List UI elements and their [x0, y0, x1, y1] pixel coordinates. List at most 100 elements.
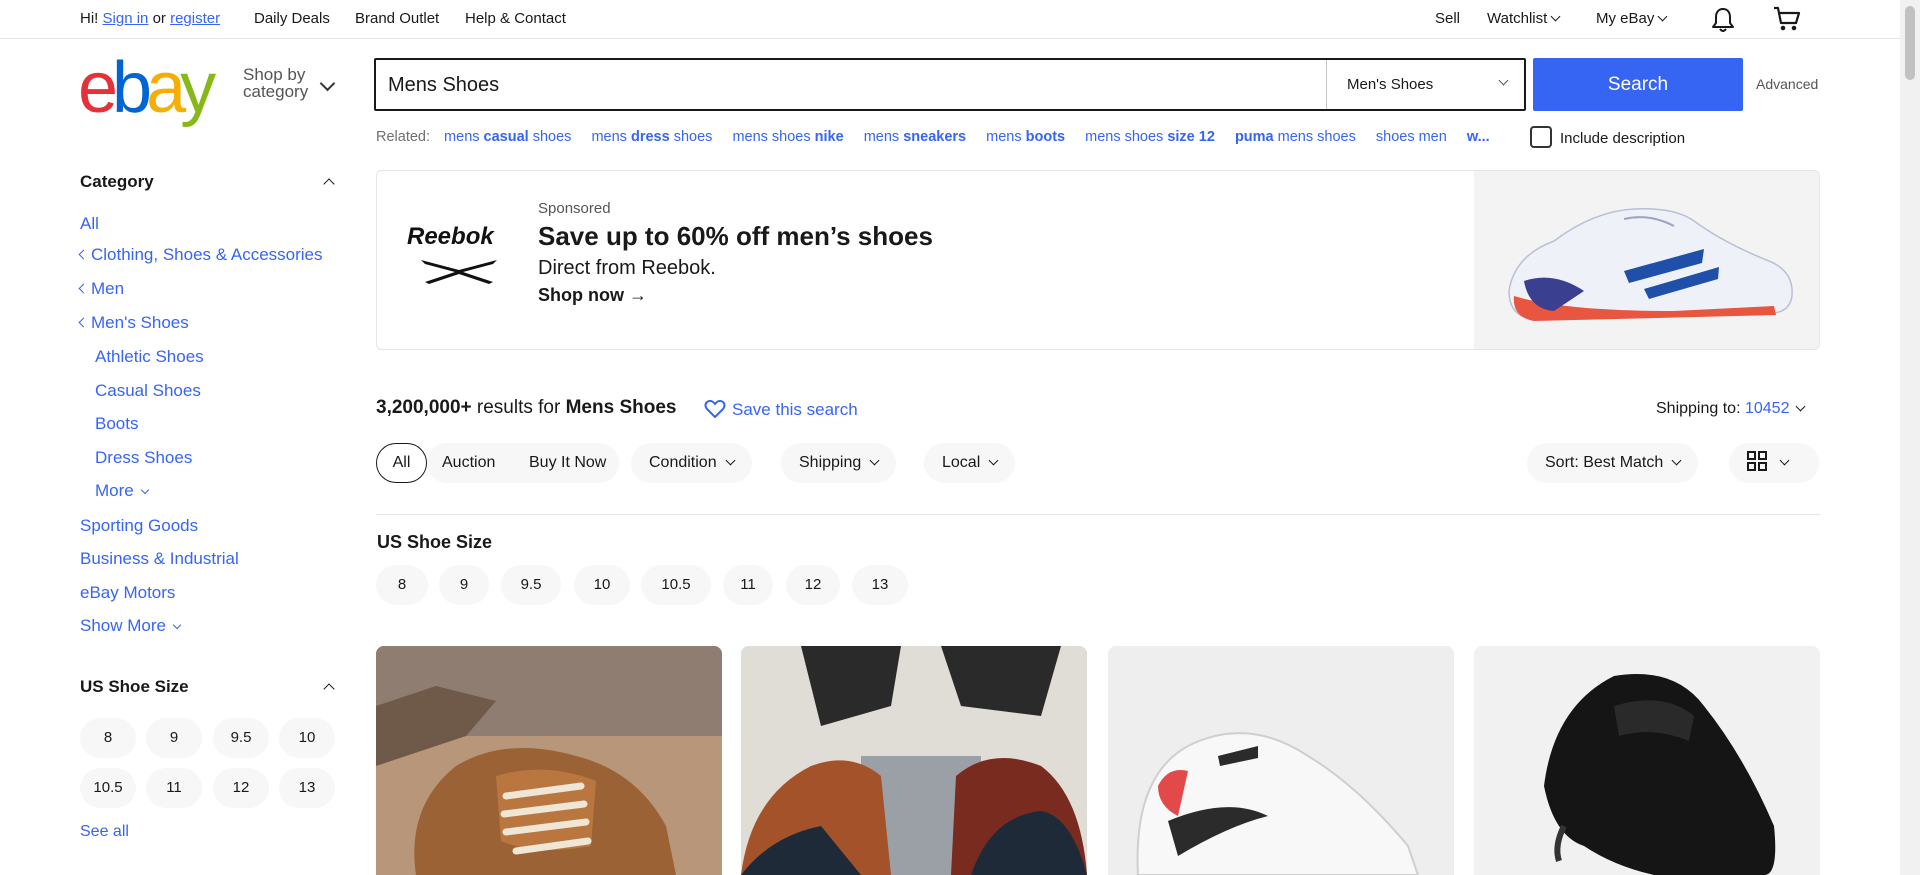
register-link[interactable]: register: [170, 10, 220, 27]
more-subcategories-button[interactable]: More: [95, 481, 149, 501]
chevron-left-icon: [78, 249, 89, 260]
vertical-scrollbar[interactable]: [1900, 0, 1920, 875]
daily-deals-link[interactable]: Daily Deals: [254, 10, 330, 27]
subcategory-dress-shoes[interactable]: Dress Shoes: [95, 448, 192, 468]
save-search-button[interactable]: Save this search: [704, 399, 858, 420]
search-input[interactable]: [388, 71, 1288, 99]
size-filter-9-5[interactable]: 9.5: [501, 565, 561, 605]
size-chip-13[interactable]: 13: [279, 768, 335, 808]
brand-outlet-link[interactable]: Brand Outlet: [355, 10, 439, 27]
grid-view-icon: [1747, 451, 1767, 471]
product-image-loafer[interactable]: [1474, 646, 1820, 875]
product-image-athletic-shoe[interactable]: [1108, 646, 1454, 875]
size-filter-9[interactable]: 9: [439, 565, 489, 605]
sell-link[interactable]: Sell: [1435, 10, 1460, 27]
category-sporting-goods[interactable]: Sporting Goods: [80, 516, 198, 536]
size-chip-10[interactable]: 10: [279, 718, 335, 758]
category-select[interactable]: Men's Shoes: [1326, 60, 1526, 109]
chevron-up-icon[interactable]: [323, 683, 335, 695]
sponsored-banner[interactable]: Reebok Sponsored Save up to 60% off men’…: [376, 170, 1820, 350]
checkbox[interactable]: [1530, 126, 1552, 148]
chevron-down-icon: [1779, 455, 1790, 466]
include-description-checkbox[interactable]: Include description: [1530, 126, 1686, 150]
size-filter-10[interactable]: 10: [574, 565, 630, 605]
cart-icon[interactable]: [1772, 5, 1802, 33]
chevron-down-icon: [1671, 455, 1682, 466]
product-image-brogue-shoe[interactable]: [741, 646, 1087, 875]
or-text: or: [152, 10, 166, 27]
size-chip-9[interactable]: 9: [146, 718, 202, 758]
related-link[interactable]: mens dress shoes: [591, 129, 712, 145]
view-toggle[interactable]: [1729, 443, 1819, 483]
logo-letter-b: b: [112, 48, 152, 128]
bell-icon[interactable]: [1710, 6, 1736, 34]
include-description-label: Include description: [1560, 129, 1686, 147]
size-filter-11[interactable]: 11: [723, 565, 773, 605]
shipping-filter[interactable]: Shipping: [781, 443, 897, 483]
subcategory-boots[interactable]: Boots: [95, 414, 138, 434]
athletic-shoe-image: [1108, 646, 1454, 875]
size-chip-12[interactable]: 12: [213, 768, 269, 808]
related-link[interactable]: mens shoes nike: [732, 129, 843, 145]
scrollbar-thumb[interactable]: [1905, 6, 1915, 80]
related-link[interactable]: w...: [1467, 129, 1490, 145]
sign-in-link[interactable]: Sign in: [103, 10, 149, 27]
size-chip-9-5[interactable]: 9.5: [213, 718, 269, 758]
category-all-link[interactable]: All: [80, 214, 99, 234]
size-chip-11[interactable]: 11: [146, 768, 202, 808]
size-chip-10-5[interactable]: 10.5: [80, 768, 136, 808]
size-filter-8[interactable]: 8: [376, 565, 428, 605]
product-image-casual-shoe[interactable]: [376, 646, 722, 875]
size-filter-12[interactable]: 12: [786, 565, 840, 605]
shipping-to[interactable]: Shipping to: 10452: [1656, 400, 1806, 418]
related-searches: Related: mens casual shoes mens dress sh…: [376, 129, 1506, 145]
category-crumb-clothing[interactable]: Clothing, Shoes & Accessories: [78, 245, 323, 265]
logo-letter-a: a: [146, 48, 186, 128]
chevron-down-icon: [988, 455, 999, 466]
sort-dropdown[interactable]: Sort: Best Match: [1527, 443, 1699, 483]
heart-icon: [704, 399, 726, 418]
related-link[interactable]: mens casual shoes: [444, 129, 571, 145]
chevron-down-icon: [319, 75, 336, 92]
category-business-industrial[interactable]: Business & Industrial: [80, 549, 239, 569]
size-filter-13[interactable]: 13: [852, 565, 908, 605]
chevron-up-icon[interactable]: [323, 178, 335, 190]
size-filter-10-5[interactable]: 10.5: [641, 565, 711, 605]
logo-letter-y: y: [180, 48, 216, 128]
shop-now-link[interactable]: Shop now →: [538, 285, 647, 306]
condition-filter[interactable]: Condition: [631, 443, 752, 483]
divider: [376, 514, 1820, 515]
filter-all-button[interactable]: All: [376, 443, 427, 483]
chevron-down-icon: [869, 455, 880, 466]
show-more-categories-button[interactable]: Show More: [80, 616, 182, 636]
related-link[interactable]: mens boots: [986, 129, 1065, 145]
category-crumb-mens-shoes[interactable]: Men's Shoes: [78, 313, 189, 333]
advanced-search-link[interactable]: Advanced: [1756, 76, 1818, 92]
watchlist-menu[interactable]: Watchlist: [1487, 10, 1561, 27]
filter-buy-it-now-button[interactable]: Buy It Now: [529, 443, 606, 483]
zip-code-link[interactable]: 10452: [1745, 400, 1790, 417]
shop-by-line1: Shop by: [243, 65, 306, 84]
brogue-shoe-image: [741, 646, 1087, 875]
search-button[interactable]: Search: [1533, 58, 1743, 111]
subcategory-casual-shoes[interactable]: Casual Shoes: [95, 381, 201, 401]
help-contact-link[interactable]: Help & Contact: [465, 10, 566, 27]
ebay-logo[interactable]: ebay: [78, 52, 216, 124]
chevron-down-icon: [172, 620, 182, 630]
shop-by-category-button[interactable]: Shop by category: [243, 66, 308, 100]
results-number: 3,200,000+: [376, 397, 472, 418]
related-link[interactable]: shoes men: [1376, 129, 1447, 145]
category-crumb-men[interactable]: Men: [78, 279, 124, 299]
filter-auction-button[interactable]: Auction: [442, 443, 495, 483]
subcategory-athletic-shoes[interactable]: Athletic Shoes: [95, 347, 204, 367]
loafer-image: [1474, 646, 1820, 875]
buying-format-group: Auction Buy It Now: [427, 443, 619, 483]
related-link[interactable]: mens shoes size 12: [1085, 129, 1215, 145]
related-link[interactable]: puma mens shoes: [1235, 129, 1356, 145]
size-chip-8[interactable]: 8: [80, 718, 136, 758]
see-all-sizes-link[interactable]: See all: [80, 823, 129, 841]
my-ebay-menu[interactable]: My eBay: [1596, 10, 1668, 27]
related-link[interactable]: mens sneakers: [864, 129, 966, 145]
category-ebay-motors[interactable]: eBay Motors: [80, 583, 175, 603]
local-filter[interactable]: Local: [924, 443, 1016, 483]
